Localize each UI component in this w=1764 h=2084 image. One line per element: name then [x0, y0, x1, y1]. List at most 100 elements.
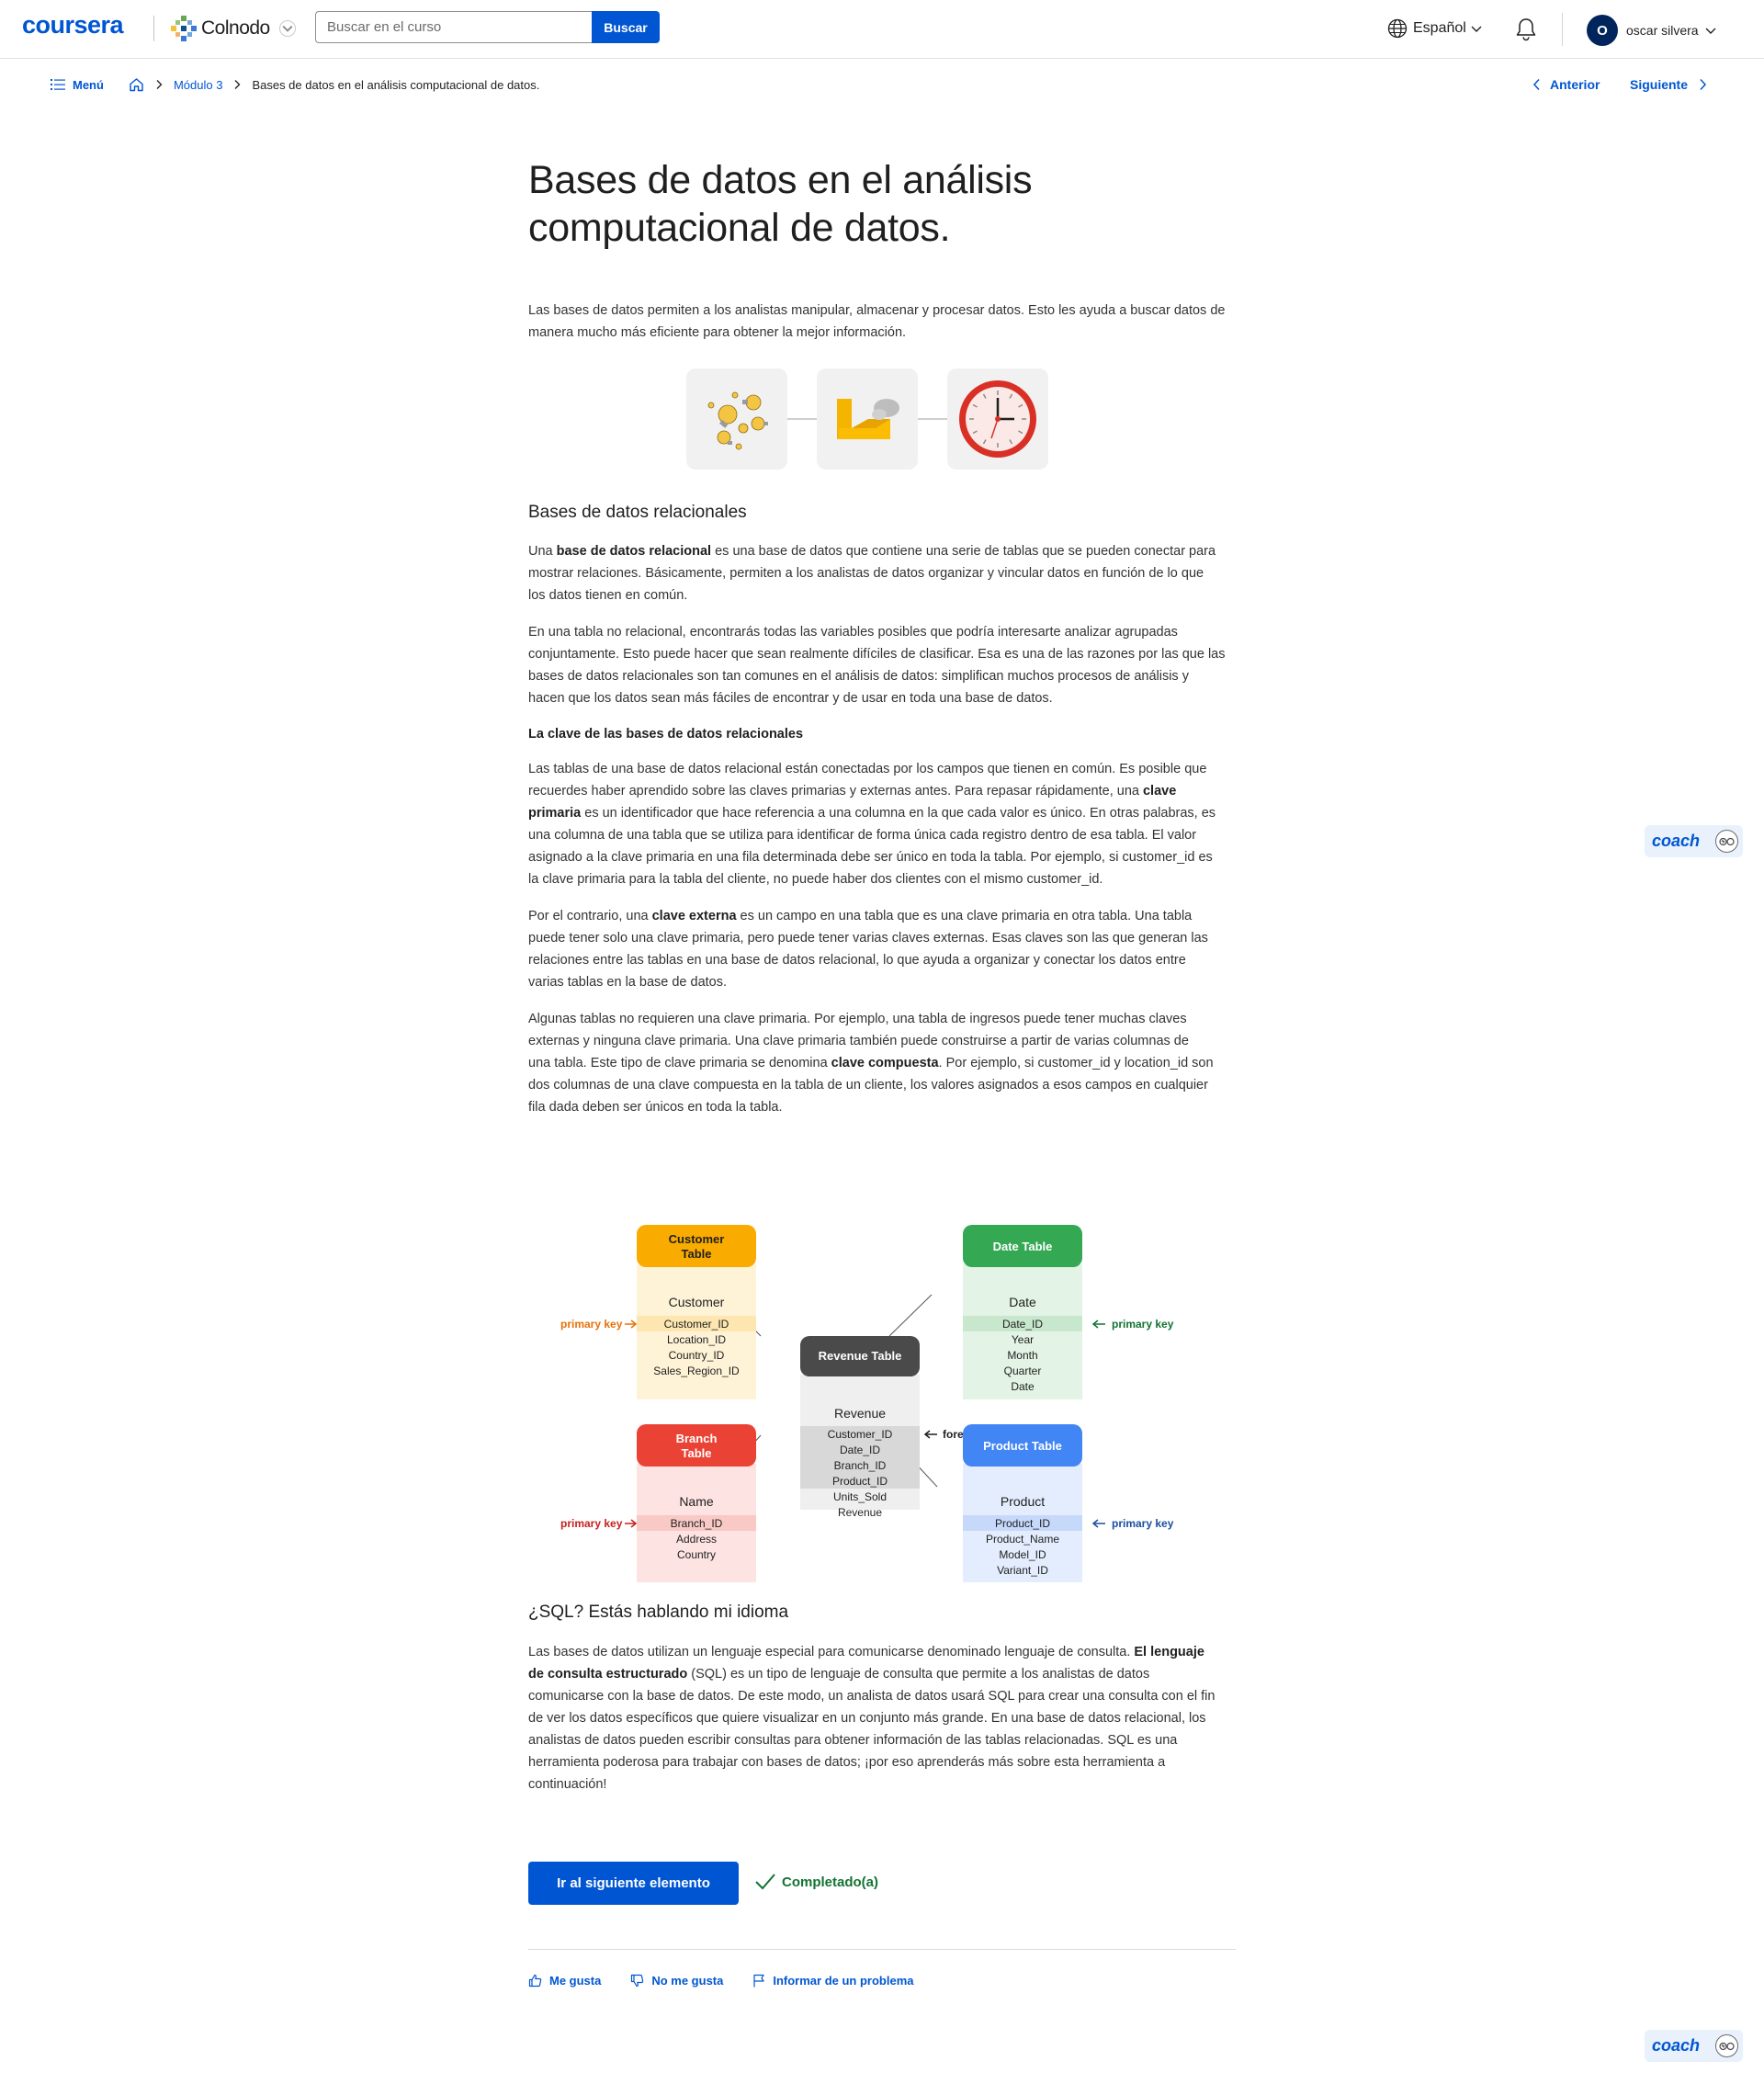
revenue-field: Product_ID — [832, 1475, 888, 1488]
search-button[interactable]: Buscar — [592, 11, 660, 43]
arrow-right-icon — [625, 1319, 638, 1329]
chevron-down-icon[interactable] — [278, 20, 296, 37]
feedback-row: Me gusta No me gusta Informar de un prob… — [528, 1974, 944, 1988]
dislike-label: No me gusta — [651, 1974, 724, 1988]
user-name: oscar silvera — [1626, 23, 1699, 38]
partner-switcher[interactable]: Colnodo — [170, 13, 296, 44]
chevron-down-icon — [1705, 28, 1716, 34]
revenue-field: Revenue — [838, 1506, 882, 1519]
branch-title: Branch — [676, 1432, 718, 1445]
branch-field: Branch_ID — [671, 1517, 723, 1530]
language-label: Español — [1413, 20, 1466, 36]
branch-table-header — [637, 1424, 756, 1467]
section-heading: Bases de datos relacionales — [528, 503, 747, 522]
branch-field: Country — [677, 1548, 716, 1561]
coursera-logo[interactable]: coursera — [22, 11, 124, 40]
product-field: Product_Name — [986, 1533, 1059, 1546]
divider — [528, 1949, 1236, 1950]
intro-paragraph: Las bases de datos permiten a los analis… — [528, 303, 1226, 340]
customer-field: Location_ID — [667, 1333, 726, 1346]
page-title: Bases de datos en el análisis computacio… — [528, 156, 1236, 252]
thumbs-up-icon — [528, 1974, 542, 1988]
title-line: Bases de datos en el análisis — [528, 158, 1033, 202]
report-problem-button[interactable]: Informar de un problema — [752, 1974, 914, 1988]
revenue-field: Customer_ID — [828, 1428, 893, 1441]
home-icon[interactable] — [129, 77, 144, 92]
customer-field: Country_ID — [669, 1349, 725, 1362]
next-item-link[interactable]: Siguiente — [1630, 77, 1707, 92]
coach-button[interactable]: coach — [1645, 825, 1743, 857]
list-menu-icon — [51, 79, 65, 90]
revenue-field: Branch_ID — [834, 1459, 887, 1472]
paragraph: Una base de datos relacional es una base… — [528, 544, 1216, 603]
clock-icon — [947, 368, 1048, 470]
breadcrumb-current: Bases de datos en el análisis computacio… — [252, 77, 540, 92]
product-title: Product Table — [983, 1439, 1062, 1453]
customer-title: Customer — [669, 1232, 725, 1246]
coach-button[interactable]: coach — [1645, 2030, 1743, 2062]
customer-table-body — [637, 1264, 756, 1399]
relational-tables-diagram: Customer Table Customer Customer_ID Loca… — [560, 1225, 1174, 1582]
product-field: Product_ID — [995, 1517, 1050, 1530]
paragraph: En una tabla no relacional, encontrarás … — [528, 625, 1226, 706]
user-menu[interactable]: O oscar silvera — [1587, 15, 1717, 46]
paragraph: Por el contrario, una clave externa es u… — [528, 909, 1208, 990]
revenue-header: Revenue — [834, 1406, 886, 1421]
previous-item-link[interactable]: Anterior — [1532, 77, 1600, 92]
product-field: Model_ID — [999, 1548, 1046, 1561]
dislike-button[interactable]: No me gusta — [630, 1974, 723, 1988]
next-label: Siguiente — [1630, 77, 1689, 92]
coach-label: coach — [1652, 832, 1701, 850]
checkmark-icon — [755, 1874, 775, 1890]
chevron-down-icon — [1471, 26, 1482, 32]
revenue-field: Date_ID — [840, 1444, 880, 1456]
chevron-right-icon — [1700, 78, 1707, 91]
lightbulbs-icon — [686, 368, 787, 470]
coach-icon — [1715, 2034, 1738, 2057]
search-input[interactable] — [315, 11, 592, 43]
concept-icons-row — [686, 368, 1048, 470]
language-selector[interactable]: Español — [1387, 18, 1483, 39]
customer-header: Customer — [669, 1295, 725, 1309]
date-title: Date Table — [993, 1240, 1053, 1253]
menu-button[interactable]: Menú — [51, 78, 104, 92]
revenue-title: Revenue Table — [819, 1349, 902, 1363]
menu-label: Menú — [73, 77, 104, 92]
primary-key-label: primary key — [1112, 1517, 1174, 1530]
thumbs-down-icon — [631, 1974, 644, 1988]
go-to-next-item-button[interactable]: Ir al siguiente elemento — [528, 1862, 739, 1905]
date-field: Quarter — [1004, 1365, 1042, 1377]
customer-title: Table — [682, 1247, 712, 1261]
primary-key-label: primary key — [560, 1318, 623, 1331]
customer-field: Sales_Region_ID — [653, 1365, 740, 1377]
branch-field: Address — [676, 1533, 717, 1546]
logo-divider — [153, 16, 154, 41]
date-field: Year — [1012, 1333, 1034, 1346]
date-field: Date — [1011, 1380, 1035, 1393]
report-label: Informar de un problema — [773, 1974, 914, 1988]
avatar: O — [1587, 15, 1618, 46]
chevron-left-icon — [1532, 78, 1540, 91]
arrow-left-icon — [1091, 1319, 1105, 1329]
icon-connector — [787, 418, 817, 420]
paragraph: Las tablas de una base de datos relacion… — [528, 762, 1216, 887]
chevron-right-icon — [155, 79, 163, 90]
section-heading: ¿SQL? Estás hablando mi idioma — [528, 1603, 789, 1622]
subsection-heading: La clave de las bases de datos relaciona… — [528, 727, 804, 742]
customer-table-header — [637, 1225, 756, 1267]
like-button[interactable]: Me gusta — [528, 1974, 601, 1988]
arrow-left-icon — [923, 1430, 937, 1439]
folder-icon — [817, 368, 918, 470]
completed-status: Completado(a) — [754, 1873, 878, 1891]
arrow-right-icon — [625, 1519, 638, 1528]
globe-icon — [1387, 18, 1408, 39]
flag-icon — [753, 1974, 764, 1988]
coach-label: coach — [1652, 2036, 1701, 2055]
breadcrumb-module-link[interactable]: Módulo 3 — [174, 78, 222, 92]
branch-title: Table — [682, 1446, 712, 1460]
revenue-field: Units_Sold — [833, 1490, 887, 1503]
breadcrumb: Menú Módulo 3 Bases de datos en el análi… — [51, 77, 539, 92]
customer-field: Customer_ID — [664, 1318, 729, 1331]
notifications-bell-icon[interactable] — [1514, 17, 1538, 47]
date-table-body — [963, 1264, 1082, 1399]
